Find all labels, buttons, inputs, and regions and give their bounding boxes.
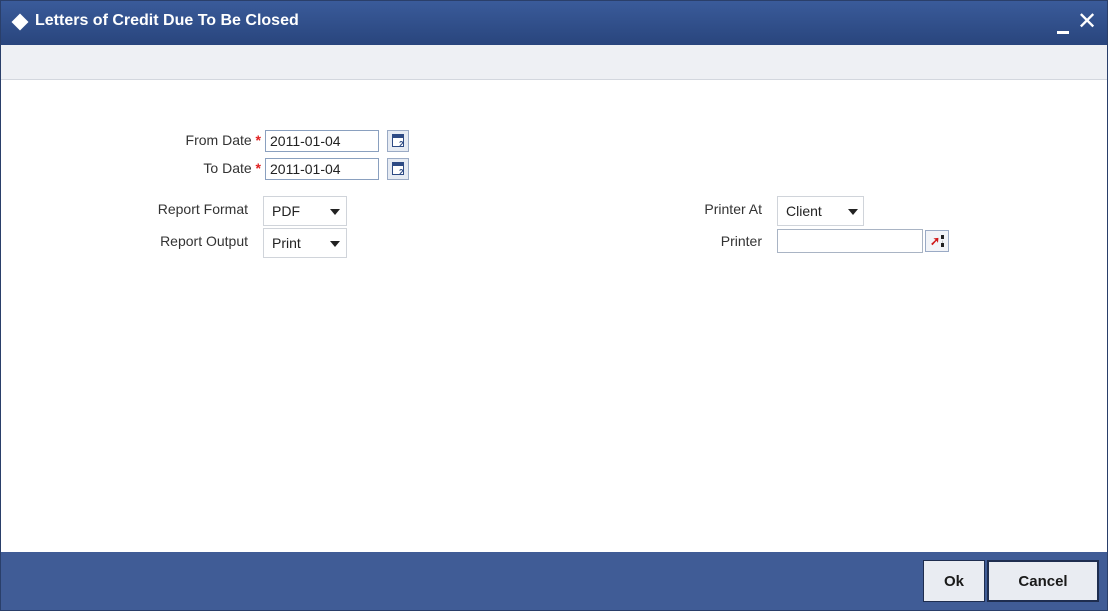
printer-at-label: Printer At [704, 201, 762, 217]
printer-at-select[interactable]: Client [777, 196, 864, 226]
report-window: Letters of Credit Due To Be Closed ✕ Fro… [0, 0, 1108, 611]
from-date-label-group: From Date * [121, 132, 261, 148]
to-date-label: To Date [203, 160, 252, 176]
from-date-label: From Date [185, 132, 252, 148]
printer-lov-button[interactable]: ➚ [925, 230, 949, 252]
report-output-label: Report Output [160, 233, 248, 249]
report-format-select[interactable]: PDF [263, 196, 347, 226]
diamond-icon [11, 13, 29, 31]
chevron-down-icon [330, 209, 340, 215]
to-date-label-group: To Date * [121, 160, 261, 176]
printer-at-value: Client [786, 203, 822, 219]
title-bar: Letters of Credit Due To Be Closed ✕ [1, 1, 1107, 45]
minimize-icon[interactable] [1057, 31, 1069, 34]
close-icon[interactable]: ✕ [1077, 10, 1097, 34]
printer-input[interactable] [777, 229, 923, 253]
window-title: Letters of Credit Due To Be Closed [35, 12, 299, 29]
required-mark: * [255, 160, 261, 176]
required-mark: * [255, 132, 261, 148]
printer-label: Printer [720, 233, 762, 249]
footer-bar: Ok Cancel [1, 552, 1107, 610]
report-output-select[interactable]: Print [263, 228, 347, 258]
to-date-calendar-button[interactable]: 2 [387, 158, 409, 180]
from-date-input[interactable] [265, 130, 379, 152]
cancel-button[interactable]: Cancel [987, 560, 1099, 602]
from-date-calendar-button[interactable]: 2 [387, 130, 409, 152]
toolbar-band [1, 45, 1107, 80]
chevron-down-icon [330, 241, 340, 247]
report-format-label: Report Format [157, 201, 248, 217]
report-format-value: PDF [272, 203, 300, 219]
report-output-value: Print [272, 235, 301, 251]
chevron-down-icon [848, 209, 858, 215]
ok-button[interactable]: Ok [923, 560, 985, 602]
to-date-input[interactable] [265, 158, 379, 180]
